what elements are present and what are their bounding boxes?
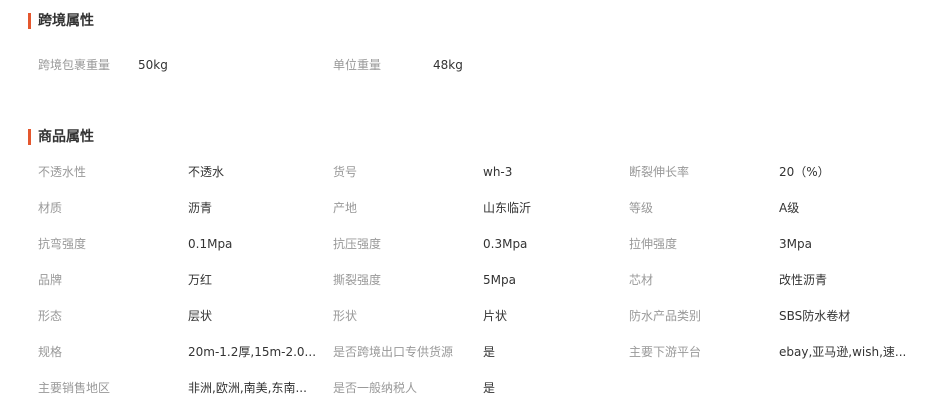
attr-row: 规格 20m-1.2厚,15m-2.0... 是否跨境出口专供货源 是 主要下游… [0, 342, 932, 362]
attr-label: 形状 [333, 309, 358, 323]
attr-label: 断裂伸长率 [629, 165, 690, 179]
attr-value-unit-weight: 48kg [433, 58, 463, 72]
attr-value: 5Mpa [483, 273, 516, 287]
attr-row: 抗弯强度 0.1Mpa 抗压强度 0.3Mpa 拉伸强度 3Mpa [0, 234, 932, 254]
attr-value: SBS防水卷材 [779, 309, 851, 323]
cross-border-row: 跨境包裹重量 50kg 单位重量 48kg [0, 55, 932, 75]
attr-value: 0.3Mpa [483, 237, 528, 251]
attr-row: 品牌 万红 撕裂强度 5Mpa 芯材 改性沥青 [0, 270, 932, 290]
attr-label: 不透水性 [38, 165, 87, 179]
attr-row: 材质 沥青 产地 山东临沂 等级 A级 [0, 198, 932, 218]
attr-label: 品牌 [38, 273, 63, 287]
cross-border-section-title: 跨境属性 [28, 12, 94, 30]
attr-value: 万红 [188, 273, 213, 287]
product-title-text: 商品属性 [38, 129, 94, 145]
attr-label: 防水产品类别 [629, 309, 702, 323]
attr-value: 改性沥青 [779, 273, 828, 287]
attr-label: 是否跨境出口专供货源 [333, 345, 454, 359]
attr-label: 形态 [38, 309, 63, 323]
cross-border-title-text: 跨境属性 [38, 13, 94, 29]
attr-value-package-weight: 50kg [138, 58, 168, 72]
attr-value: ebay,亚马逊,wish,速... [779, 345, 907, 359]
attr-label: 主要销售地区 [38, 381, 111, 395]
attr-value: 山东临沂 [483, 201, 532, 215]
attr-label: 是否一般纳税人 [333, 381, 418, 395]
attr-value: 20m-1.2厚,15m-2.0... [188, 345, 317, 359]
attr-label: 材质 [38, 201, 63, 215]
section-accent-bar [28, 13, 31, 29]
attr-label-package-weight: 跨境包裹重量 [38, 58, 111, 72]
attr-value: 0.1Mpa [188, 237, 233, 251]
attr-value: A级 [779, 201, 800, 215]
attr-value: 是 [483, 345, 496, 359]
attr-label-unit-weight: 单位重量 [333, 58, 382, 72]
attr-value: 3Mpa [779, 237, 812, 251]
attr-label: 规格 [38, 345, 63, 359]
attr-value: wh-3 [483, 165, 513, 179]
attr-value: 非洲,欧洲,南美,东南... [188, 381, 307, 395]
attr-label: 主要下游平台 [629, 345, 702, 359]
attr-value: 是 [483, 381, 496, 395]
attr-value: 层状 [188, 309, 213, 323]
attr-value: 20（%） [779, 165, 830, 179]
attr-row: 主要销售地区 非洲,欧洲,南美,东南... 是否一般纳税人 是 [0, 378, 932, 398]
attr-label: 撕裂强度 [333, 273, 382, 287]
attr-label: 等级 [629, 201, 654, 215]
attr-value: 不透水 [188, 165, 225, 179]
attr-value: 片状 [483, 309, 508, 323]
attr-label: 产地 [333, 201, 358, 215]
attr-label: 抗压强度 [333, 237, 382, 251]
attr-row: 不透水性 不透水 货号 wh-3 断裂伸长率 20（%） [0, 162, 932, 182]
product-section-title: 商品属性 [28, 128, 94, 146]
attr-label: 芯材 [629, 273, 654, 287]
attr-label: 货号 [333, 165, 358, 179]
section-accent-bar [28, 129, 31, 145]
attr-label: 拉伸强度 [629, 237, 678, 251]
attr-value: 沥青 [188, 201, 213, 215]
attr-label: 抗弯强度 [38, 237, 87, 251]
attr-row: 形态 层状 形状 片状 防水产品类别 SBS防水卷材 [0, 306, 932, 326]
